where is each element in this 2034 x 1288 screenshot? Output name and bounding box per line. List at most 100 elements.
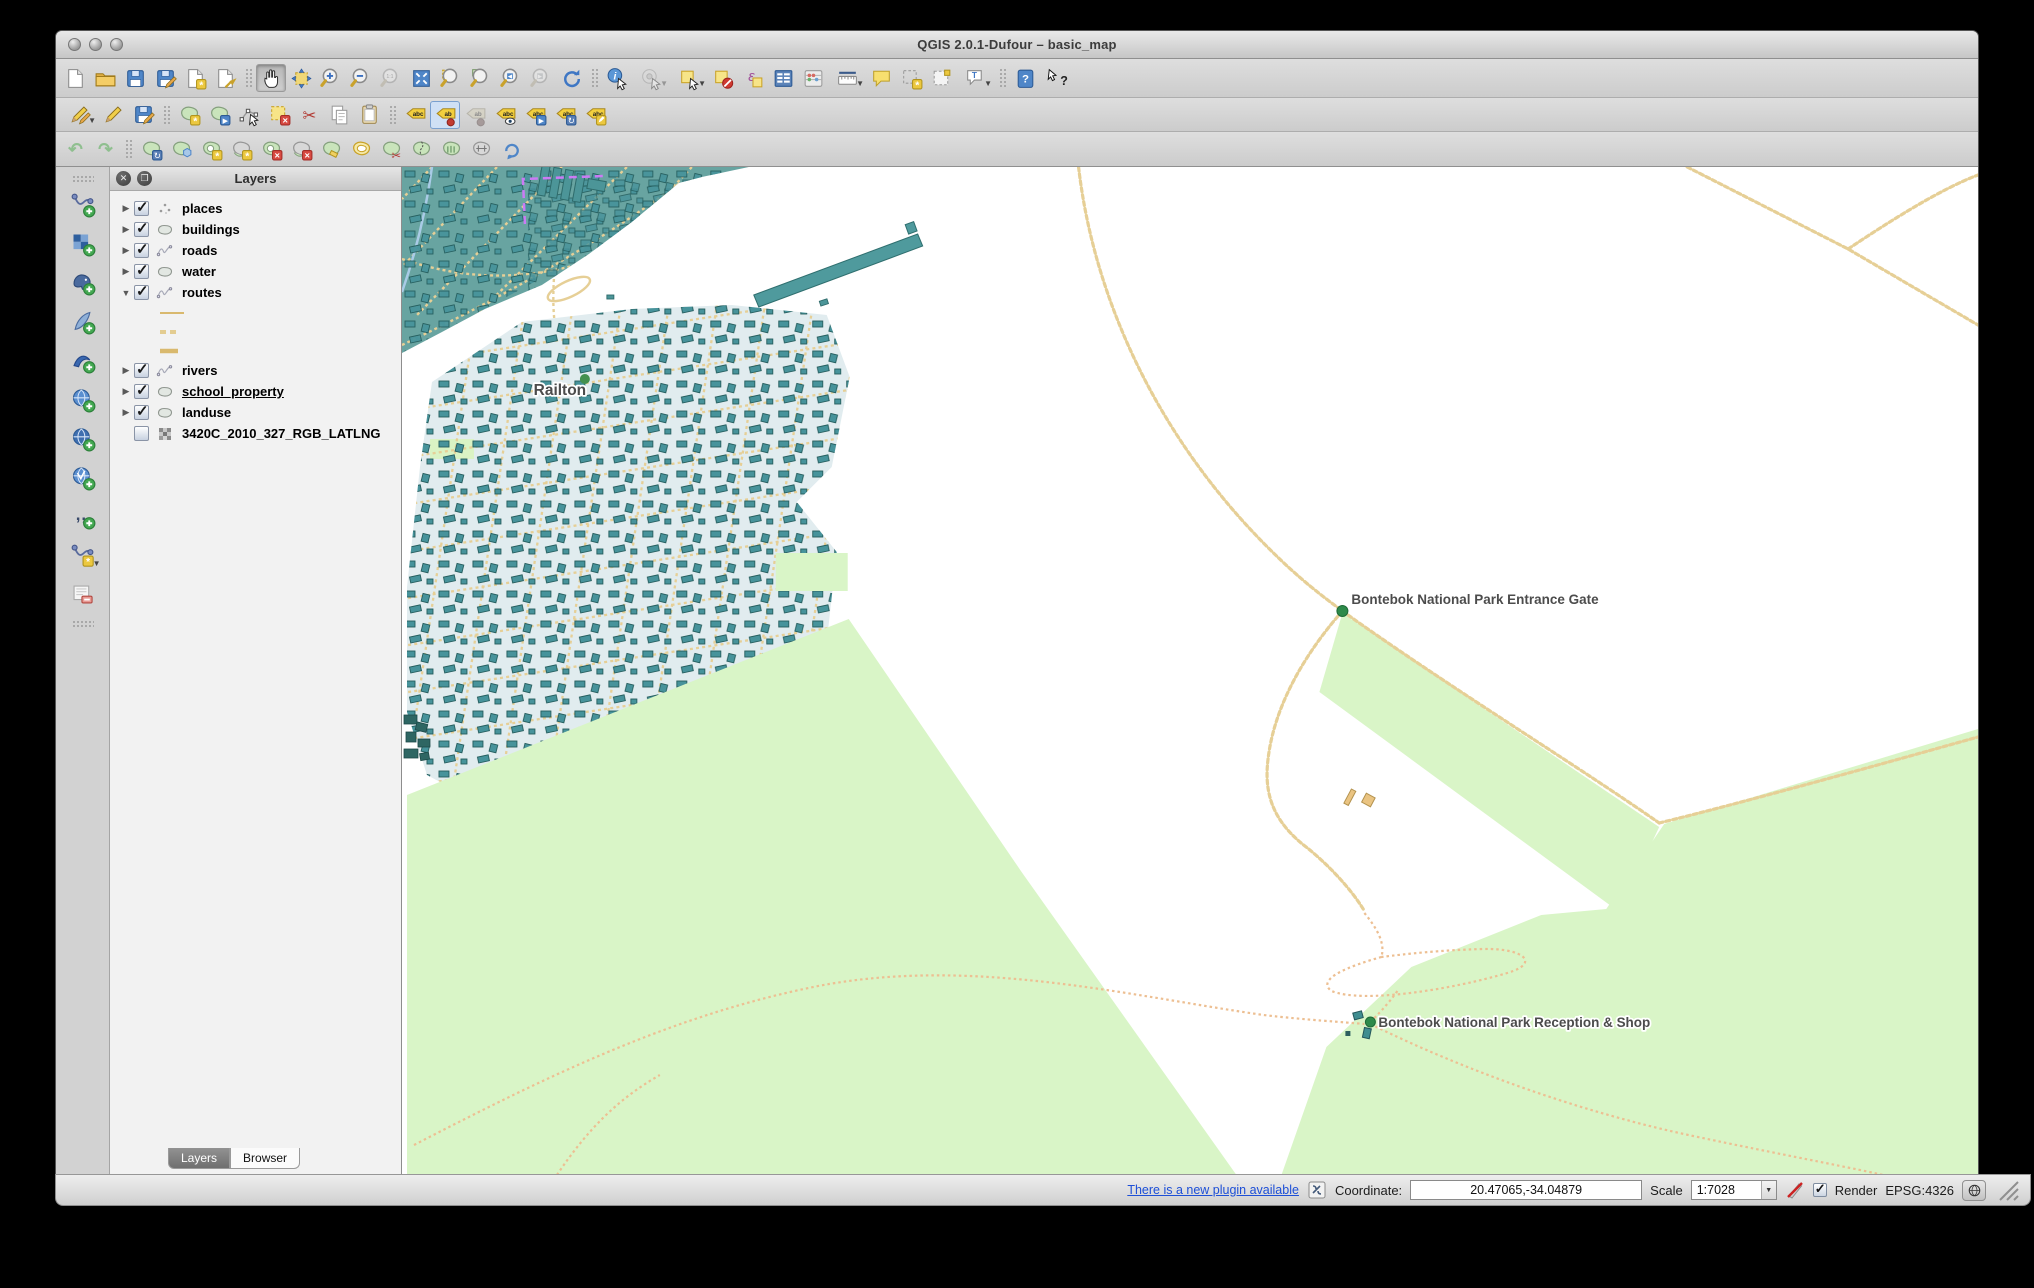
deselect-features-button[interactable] bbox=[708, 64, 738, 92]
layer-visibility-checkbox[interactable] bbox=[134, 264, 149, 279]
measure-line-button[interactable]: ▼ bbox=[828, 64, 866, 92]
layer-row-landuse[interactable]: ▶landuse bbox=[110, 402, 401, 423]
coordinate-input[interactable]: 20.47065,-34.04879 bbox=[1410, 1180, 1642, 1200]
add-wcs-layer-button[interactable] bbox=[67, 423, 99, 453]
add-feature-button[interactable]: * bbox=[174, 101, 204, 129]
composer-manager-button[interactable] bbox=[210, 64, 240, 92]
crs-status-button[interactable] bbox=[1962, 1180, 1986, 1201]
add-mssql-layer-button[interactable] bbox=[67, 345, 99, 375]
zoom-window-button[interactable] bbox=[110, 38, 123, 51]
minimize-window-button[interactable] bbox=[89, 38, 102, 51]
move-feature-button[interactable]: ▶ bbox=[204, 101, 234, 129]
open-attribute-table-button[interactable] bbox=[768, 64, 798, 92]
add-wms-layer-button[interactable] bbox=[67, 384, 99, 414]
layer-label[interactable]: routes bbox=[182, 285, 222, 300]
expand-icon[interactable]: ▶ bbox=[118, 365, 134, 376]
layer-row-routes[interactable]: ▼ routes bbox=[110, 282, 401, 303]
map-tips-button[interactable] bbox=[866, 64, 896, 92]
save-project-as-button[interactable] bbox=[150, 64, 180, 92]
label-rotate-button[interactable]: abc↻ bbox=[550, 101, 580, 129]
scale-dropdown-icon[interactable]: ▼ bbox=[1761, 1181, 1776, 1199]
layer-row-roads[interactable]: ▶ roads bbox=[110, 240, 401, 261]
collapse-icon[interactable]: ▼ bbox=[118, 288, 134, 298]
expand-icon[interactable]: ▶ bbox=[118, 224, 134, 235]
plugin-icon[interactable] bbox=[1307, 1180, 1327, 1200]
add-raster-layer-button[interactable] bbox=[67, 228, 99, 258]
show-bookmarks-button[interactable] bbox=[926, 64, 956, 92]
split-features-button[interactable]: ✂ bbox=[376, 135, 406, 163]
expand-icon[interactable]: ▶ bbox=[118, 203, 134, 214]
split-parts-button[interactable] bbox=[406, 135, 436, 163]
map-canvas[interactable]: Railton Bontebok National Park Entrance … bbox=[402, 167, 1978, 1174]
identify-features-button[interactable]: i bbox=[602, 64, 632, 92]
node-tool-button[interactable] bbox=[234, 101, 264, 129]
layer-visibility-checkbox[interactable] bbox=[134, 201, 149, 216]
save-project-button[interactable] bbox=[120, 64, 150, 92]
paste-features-button[interactable] bbox=[354, 101, 384, 129]
select-features-button[interactable]: ▼ bbox=[670, 64, 708, 92]
zoom-next-button[interactable]: ▶ bbox=[526, 64, 556, 92]
current-edits-button[interactable]: ▼ bbox=[60, 101, 98, 129]
pan-to-selection-button[interactable] bbox=[286, 64, 316, 92]
label-properties-button[interactable]: abc bbox=[580, 101, 610, 129]
layer-row-rivers[interactable]: ▶ rivers bbox=[110, 360, 401, 381]
pan-map-button[interactable] bbox=[256, 64, 286, 92]
help-contents-button[interactable]: ? bbox=[1010, 64, 1040, 92]
expand-icon[interactable]: ▶ bbox=[118, 266, 134, 277]
layer-row-school_property[interactable]: ▶school_property bbox=[110, 381, 401, 402]
layer-visibility-checkbox[interactable] bbox=[134, 285, 149, 300]
tab-browser[interactable]: Browser bbox=[230, 1148, 300, 1169]
rotate-point-symbols-button[interactable] bbox=[496, 135, 526, 163]
layer-label[interactable]: rivers bbox=[182, 363, 217, 378]
rotate-feature-button[interactable]: ↻ bbox=[136, 135, 166, 163]
layer-label[interactable]: water bbox=[182, 264, 216, 279]
field-calculator-button[interactable] bbox=[798, 64, 828, 92]
new-shapefile-layer-button[interactable]: *▼ bbox=[67, 540, 99, 570]
scale-combo[interactable]: 1:7028 ▼ bbox=[1691, 1180, 1777, 1200]
offset-curve-button[interactable] bbox=[346, 135, 376, 163]
render-checkbox[interactable] bbox=[1813, 1183, 1827, 1197]
merge-attributes-button[interactable] bbox=[466, 135, 496, 163]
cut-features-button[interactable]: ✂ bbox=[294, 101, 324, 129]
layer-label[interactable]: places bbox=[182, 201, 222, 216]
layer-label[interactable]: buildings bbox=[182, 222, 240, 237]
plugin-available-link[interactable]: There is a new plugin available bbox=[1127, 1183, 1299, 1197]
simplify-feature-button[interactable] bbox=[166, 135, 196, 163]
text-annotation-button[interactable]: T▼ bbox=[956, 64, 994, 92]
expand-icon[interactable]: ▶ bbox=[118, 245, 134, 256]
save-layer-edits-button[interactable] bbox=[128, 101, 158, 129]
layer-label[interactable]: 3420C_2010_327_RGB_LATLNG bbox=[182, 426, 380, 441]
stop-render-icon[interactable] bbox=[1785, 1180, 1805, 1200]
label-pin-button[interactable]: ab bbox=[460, 101, 490, 129]
layer-label[interactable]: school_property bbox=[182, 384, 284, 399]
layer-visibility-checkbox[interactable] bbox=[134, 222, 149, 237]
add-postgis-layer-button[interactable] bbox=[67, 267, 99, 297]
delete-selected-button[interactable]: × bbox=[264, 101, 294, 129]
refresh-map-button[interactable] bbox=[556, 64, 586, 92]
select-by-expression-button[interactable]: ε bbox=[738, 64, 768, 92]
add-part-button[interactable]: * bbox=[226, 135, 256, 163]
layer-visibility-checkbox[interactable] bbox=[134, 363, 149, 378]
label-move-button[interactable]: abc▶ bbox=[520, 101, 550, 129]
layer-row-water[interactable]: ▶ water bbox=[110, 261, 401, 282]
zoom-full-button[interactable] bbox=[406, 64, 436, 92]
layer-row-3420C_2010_327_RGB_LATLNG[interactable]: 3420C_2010_327_RGB_LATLNG bbox=[110, 423, 401, 444]
layer-label[interactable]: roads bbox=[182, 243, 217, 258]
open-project-button[interactable] bbox=[90, 64, 120, 92]
tab-layers[interactable]: Layers bbox=[168, 1148, 230, 1169]
new-bookmark-button[interactable]: * bbox=[896, 64, 926, 92]
zoom-native-button[interactable]: 1:1 bbox=[376, 64, 406, 92]
label-data-position-button[interactable]: ab bbox=[430, 101, 460, 129]
resize-grip[interactable] bbox=[1994, 1178, 2020, 1202]
layer-visibility-checkbox[interactable] bbox=[134, 384, 149, 399]
add-spatialite-layer-button[interactable] bbox=[67, 306, 99, 336]
zoom-last-button[interactable]: ◀ bbox=[496, 64, 526, 92]
layer-visibility-checkbox[interactable] bbox=[134, 426, 149, 441]
add-ring-button[interactable]: * bbox=[196, 135, 226, 163]
layer-labeling-button[interactable]: abc bbox=[400, 101, 430, 129]
toggle-editing-button[interactable] bbox=[98, 101, 128, 129]
label-show-hide-button[interactable]: abc bbox=[490, 101, 520, 129]
expand-icon[interactable]: ▶ bbox=[118, 407, 134, 418]
layer-visibility-checkbox[interactable] bbox=[134, 243, 149, 258]
add-wfs-layer-button[interactable] bbox=[67, 462, 99, 492]
